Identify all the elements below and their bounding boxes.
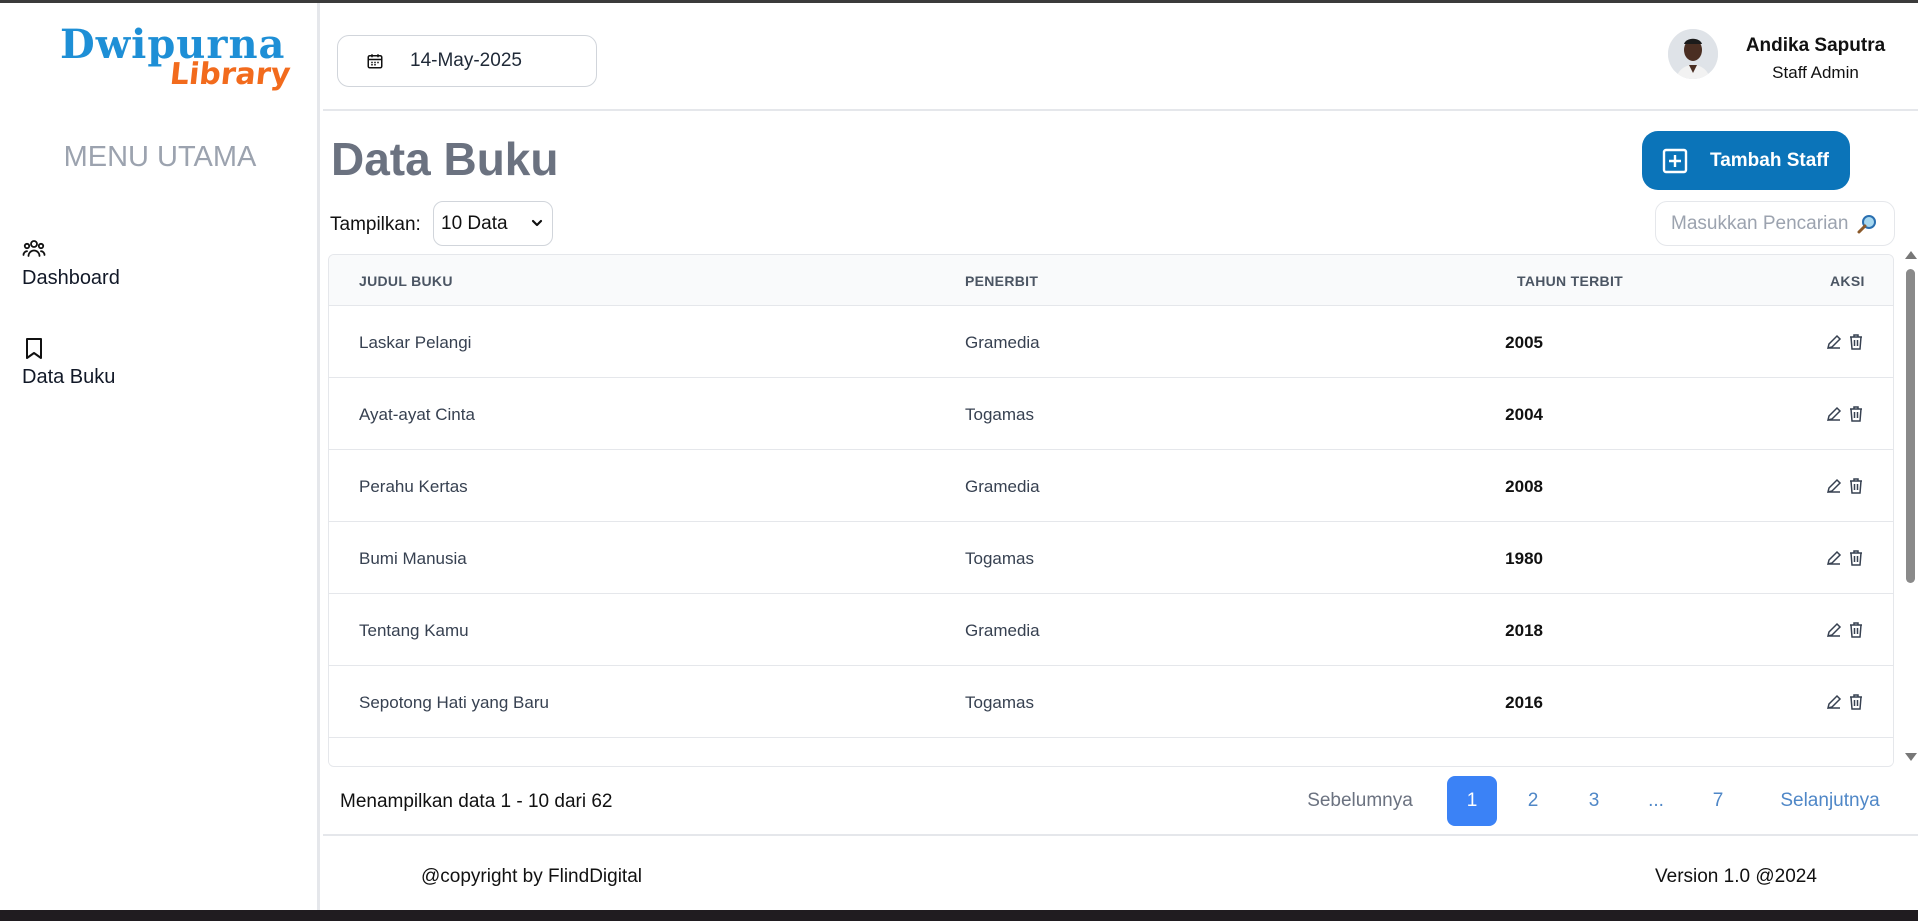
show-entries-label: Tampilkan: (330, 214, 421, 235)
cell-judul: Ayat-ayat Cinta (359, 405, 475, 424)
sidebar-item-dashboard[interactable]: Dashboard (22, 237, 120, 290)
cell-tahun: 2018 (1505, 621, 1543, 640)
show-entries-select[interactable]: 10 Data (433, 201, 553, 246)
cell-penerbit: Togamas (965, 693, 1034, 712)
cell-tahun: 1980 (1505, 549, 1543, 568)
avatar-image (1668, 29, 1718, 79)
footer-copyright: @copyright by FlindDigital (421, 866, 642, 887)
row-actions (1825, 693, 1865, 711)
date-text: 14-May-2025 (410, 50, 522, 71)
table-row: Bumi Manusia Togamas 1980 (329, 522, 1893, 594)
trash-icon[interactable] (1847, 405, 1865, 423)
table-row: Sepotong Hati yang Baru Togamas 2016 (329, 666, 1893, 738)
trash-icon[interactable] (1847, 549, 1865, 567)
pagination-ellipsis: ... (1648, 790, 1664, 811)
cell-judul: Laskar Pelangi (359, 333, 472, 352)
sidebar-item-label: Data Buku (22, 366, 116, 388)
edit-icon[interactable] (1825, 477, 1843, 495)
avatar (1668, 29, 1718, 79)
bookmark-icon (26, 338, 42, 359)
table-row-partial (329, 738, 1893, 766)
edit-icon[interactable] (1825, 549, 1843, 567)
user-profile[interactable]: Andika Saputra Staff Admin (1668, 29, 1908, 89)
footer: @copyright by FlindDigital Version 1.0 @… (323, 834, 1918, 910)
menu-title: MENU UTAMA (63, 141, 257, 173)
trash-icon[interactable] (1847, 621, 1865, 639)
cell-judul: Tentang Kamu (359, 621, 469, 640)
user-name: Andika Saputra (1745, 35, 1886, 56)
search-icon[interactable] (1856, 213, 1878, 235)
user-role: Staff Admin (1772, 63, 1859, 82)
edit-icon[interactable] (1825, 333, 1843, 351)
pagination-page-3[interactable]: 3 (1569, 776, 1619, 826)
edit-icon[interactable] (1825, 405, 1843, 423)
row-actions (1825, 405, 1865, 423)
sidebar-item-label: Dashboard (22, 267, 120, 289)
pagination-page-2[interactable]: 2 (1508, 776, 1558, 826)
add-staff-button[interactable]: Tambah Staff (1642, 131, 1850, 190)
sidebar: Dwipurna Library MENU UTAMA Dashboard Da… (0, 3, 320, 910)
chevron-down-icon (531, 219, 543, 227)
pagination-next[interactable]: Selanjutnya (1770, 776, 1890, 826)
scroll-up-arrow-icon[interactable] (1905, 251, 1917, 259)
cell-penerbit: Togamas (965, 549, 1034, 568)
footer-version: Version 1.0 @2024 (1655, 866, 1817, 887)
row-actions (1825, 549, 1865, 567)
table-row: Tentang Kamu Gramedia 2018 (329, 594, 1893, 666)
cell-penerbit: Gramedia (965, 333, 1040, 352)
column-header-tahun[interactable]: TAHUN TERBIT (1517, 273, 1623, 289)
cell-penerbit: Gramedia (965, 621, 1040, 640)
row-actions (1825, 621, 1865, 639)
cell-judul: Perahu Kertas (359, 477, 468, 496)
cell-tahun: 2008 (1505, 477, 1543, 496)
cell-tahun: 2005 (1505, 333, 1543, 352)
cell-judul: Bumi Manusia (359, 549, 467, 568)
books-table: JUDUL BUKU PENERBIT TAHUN TERBIT AKSI La… (328, 254, 1894, 767)
calendar-icon (367, 54, 383, 69)
search-input[interactable] (1671, 212, 1856, 235)
table-header: JUDUL BUKU PENERBIT TAHUN TERBIT AKSI (329, 255, 1893, 306)
cell-penerbit: Togamas (965, 405, 1034, 424)
date-display[interactable]: 14-May-2025 (337, 35, 597, 87)
table-row: Perahu Kertas Gramedia 2008 (329, 450, 1893, 522)
scroll-thumb[interactable] (1906, 269, 1915, 583)
row-actions (1825, 333, 1865, 351)
trash-icon[interactable] (1847, 693, 1865, 711)
column-header-aksi: AKSI (1830, 273, 1865, 289)
table-row: Ayat-ayat Cinta Togamas 2004 (329, 378, 1893, 450)
pagination-page-1[interactable]: 1 (1447, 776, 1497, 826)
edit-icon[interactable] (1825, 693, 1843, 711)
edit-icon[interactable] (1825, 621, 1843, 639)
column-header-penerbit[interactable]: PENERBIT (965, 273, 1038, 289)
show-entries-value: 10 Data (441, 212, 508, 234)
sidebar-item-data-buku[interactable]: Data Buku (22, 336, 115, 389)
row-actions (1825, 477, 1865, 495)
top-header: 14-May-2025 Andika Saputra Staff Admin (323, 3, 1918, 111)
cell-judul: Sepotong Hati yang Baru (359, 693, 549, 712)
page-title: Data Buku (331, 133, 559, 185)
app-logo[interactable]: Dwipurna Library (58, 19, 292, 99)
logo-text-secondary: Library (168, 57, 293, 92)
add-staff-label: Tambah Staff (1710, 149, 1829, 171)
search-box[interactable] (1655, 201, 1895, 246)
scroll-down-arrow-icon[interactable] (1905, 753, 1917, 761)
pagination-summary: Menampilkan data 1 - 10 dari 62 (340, 791, 613, 812)
column-header-judul[interactable]: JUDUL BUKU (359, 273, 453, 289)
pagination-prev[interactable]: Sebelumnya (1290, 776, 1430, 826)
pagination-page-7[interactable]: 7 (1693, 776, 1743, 826)
trash-icon[interactable] (1847, 477, 1865, 495)
trash-icon[interactable] (1847, 333, 1865, 351)
plus-square-icon (1662, 148, 1688, 173)
table-row: Laskar Pelangi Gramedia 2005 (329, 306, 1893, 378)
cell-tahun: 2004 (1505, 405, 1543, 424)
users-icon (22, 240, 46, 257)
cell-penerbit: Gramedia (965, 477, 1040, 496)
table-scrollbar[interactable] (1902, 251, 1918, 766)
window-bottom-edge (0, 910, 1918, 921)
cell-tahun: 2016 (1505, 693, 1543, 712)
